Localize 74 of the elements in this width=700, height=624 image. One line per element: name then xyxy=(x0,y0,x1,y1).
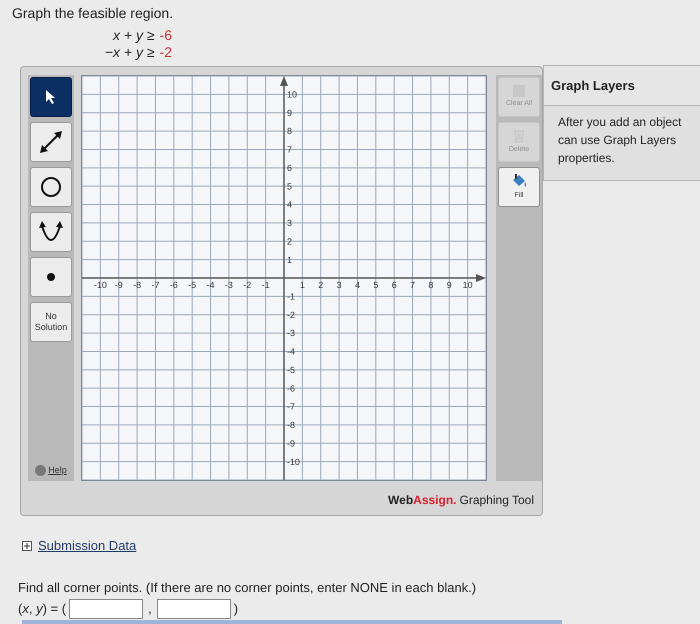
y-tick-label: -2 xyxy=(286,310,295,320)
brand-assign-text: Assign. xyxy=(413,492,456,509)
x-tick-label: 7 xyxy=(410,280,416,290)
y-tick-label: 8 xyxy=(286,126,292,136)
help-link[interactable]: Help xyxy=(35,464,67,477)
pointer-tool-button[interactable] xyxy=(30,77,72,117)
brand-product-text: Graphing Tool xyxy=(460,492,534,509)
parabola-icon xyxy=(38,220,64,244)
inequality-right-side: -2 xyxy=(160,44,172,61)
y-tick-label: -5 xyxy=(286,364,295,375)
x-tick-label: -7 xyxy=(151,280,160,290)
y-tick-label: -6 xyxy=(286,383,295,394)
y-tick-label: -9 xyxy=(286,438,295,448)
x-tick-label: 8 xyxy=(428,280,434,290)
help-icon xyxy=(35,464,46,476)
submission-data-link[interactable]: Submission Data xyxy=(38,536,136,556)
y-tick-label: 6 xyxy=(286,162,292,173)
pointer-icon xyxy=(45,89,57,105)
x-tick-label: -10 xyxy=(94,280,107,290)
x-tick-label: 6 xyxy=(392,280,397,290)
y-tick-label: 10 xyxy=(286,90,297,100)
x-tick-label: -6 xyxy=(170,280,178,290)
prompt-text: Graph the feasible region. xyxy=(12,4,174,23)
answer-prefix: (x, y) = ( xyxy=(18,600,66,618)
graph-layers-title: Graph Layers xyxy=(544,66,700,106)
point-tool-button[interactable] xyxy=(30,257,72,297)
graph-layers-help-text: After you add an object xyxy=(558,114,682,131)
plus-box-icon[interactable] xyxy=(22,540,32,551)
x-tick-label: -5 xyxy=(188,280,196,290)
y-tick-label: -7 xyxy=(286,402,295,412)
answer-separator: , xyxy=(147,600,153,618)
x-tick-label: 9 xyxy=(446,280,452,290)
circle-icon xyxy=(40,176,62,198)
no-solution-button[interactable]: No Solution xyxy=(30,302,72,342)
question-text: Find all corner points. (If there are no corner points, enter NONE in each blank.) xyxy=(18,578,478,597)
y-tick-label: -1 xyxy=(286,292,295,302)
brand-web-text: Web xyxy=(388,492,414,509)
y-tick-label: 7 xyxy=(286,144,292,155)
x-tick-label: 10 xyxy=(462,280,473,290)
y-answer-field[interactable] xyxy=(156,599,231,619)
parabola-tool-button[interactable] xyxy=(30,212,72,252)
y-tick-label: -4 xyxy=(286,346,295,357)
coordinate-grid[interactable]: -10 -9 -8 -7 -6 -5 -4 -3 -2 -1 1 2 3 4 5 6 7 8 9 10 10 9 8 7 6 5 4 3 2 1 -1 -2 -3 -4 -5 -6 -7 -8 -9 -10 xyxy=(81,75,487,481)
y-tick-label: 3 xyxy=(286,218,292,228)
x-tick-label: 4 xyxy=(354,280,360,290)
line-icon xyxy=(38,129,64,155)
y-tick-label: 9 xyxy=(286,108,292,118)
line-tool-button[interactable] xyxy=(30,122,72,162)
x-tick-label: 3 xyxy=(336,280,342,290)
point-icon xyxy=(47,273,55,281)
y-tick-label: 5 xyxy=(286,181,292,192)
x-answer-field[interactable] xyxy=(69,599,144,619)
y-tick-label: 2 xyxy=(286,236,292,246)
x-tick-label: -9 xyxy=(114,280,123,290)
x-tick-label: 5 xyxy=(373,280,378,290)
circle-tool-button[interactable] xyxy=(30,167,72,207)
y-tick-label: 1 xyxy=(286,254,292,265)
x-tick-label: -8 xyxy=(133,280,142,290)
graph-layers-help-text: can use Graph Layers xyxy=(558,132,678,149)
inequality-left-side: x + y ≥ xyxy=(113,27,155,44)
answer-suffix: ) xyxy=(234,600,238,618)
x-tick-label: -3 xyxy=(224,280,233,290)
y-tick-label: -8 xyxy=(286,420,295,430)
y-tick-label: -10 xyxy=(286,456,300,467)
x-tick-label: 2 xyxy=(318,280,324,290)
inequality-right-side: -6 xyxy=(160,27,172,44)
graph-layers-help-text: properties. xyxy=(558,150,616,167)
y-tick-label: 4 xyxy=(286,200,292,210)
x-tick-label: -4 xyxy=(206,280,215,290)
x-tick-label: 1 xyxy=(300,280,305,290)
y-tick-label: -3 xyxy=(286,328,295,338)
x-tick-label: -2 xyxy=(243,280,252,290)
x-tick-label: -1 xyxy=(262,280,270,290)
inequality-left-side: −x + y ≥ xyxy=(104,44,155,61)
